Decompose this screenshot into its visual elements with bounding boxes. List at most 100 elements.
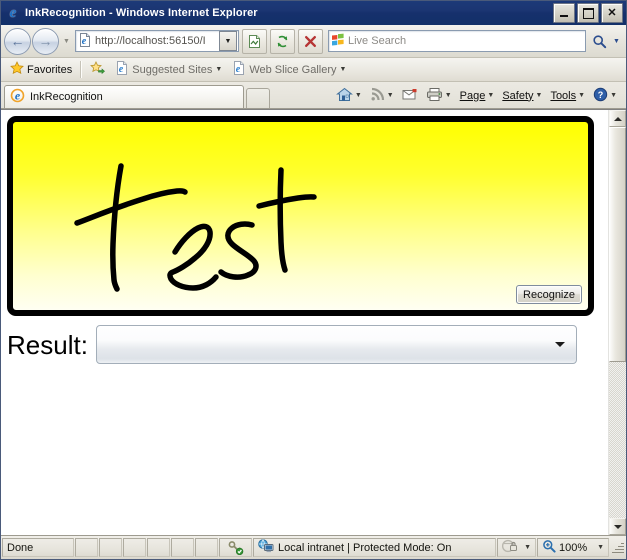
address-dropdown-caret-icon[interactable]: ▼ (219, 31, 237, 51)
result-combobox[interactable] (95, 325, 577, 364)
suggested-sites-button[interactable]: e Suggested Sites ▼ (110, 60, 227, 79)
favorites-bar: Favorites e Suggested Sites ▼ e Web Slic… (1, 58, 626, 82)
safety-menu-button[interactable]: Safety ▼ (498, 85, 546, 107)
protected-mode-key-icon[interactable] (219, 538, 252, 557)
back-button[interactable]: ← (4, 27, 31, 55)
rss-feed-icon (370, 87, 385, 105)
feeds-button[interactable]: ▼ (366, 85, 398, 107)
status-pane-6 (195, 538, 218, 557)
search-icon[interactable] (588, 30, 610, 53)
chevron-down-icon[interactable] (554, 342, 565, 347)
window-controls: ✕ (553, 3, 623, 23)
title-bar: e InkRecognition - Windows Internet Expl… (1, 1, 626, 25)
favorites-button[interactable]: Favorites (5, 60, 77, 79)
home-button[interactable]: ▼ (332, 85, 366, 107)
zoom-control[interactable]: 100% ▼ (537, 538, 609, 557)
print-button[interactable]: ▼ (422, 85, 456, 107)
chevron-down-icon[interactable]: ▼ (597, 544, 604, 551)
add-favorites-icon (90, 61, 106, 78)
page-menu-button[interactable]: Page ▼ (456, 85, 499, 107)
live-search-icon (331, 33, 345, 50)
ie-page-icon: e (10, 88, 25, 106)
forward-button[interactable]: → (32, 27, 59, 55)
svg-text:e: e (119, 64, 124, 75)
status-pane-4 (147, 538, 170, 557)
search-options-caret-icon[interactable]: ▼ (610, 30, 623, 53)
scrollbar-thumb[interactable] (609, 127, 626, 362)
command-bar: ▼ ▼ ▼ Page ▼ Safety ▼ Tools ▼ ? ▼ (332, 83, 626, 108)
chevron-down-icon[interactable]: ▼ (578, 92, 585, 99)
local-intranet-icon (258, 539, 274, 556)
recognize-button-label: Recognize (523, 288, 575, 301)
new-tab-button[interactable] (246, 88, 270, 108)
ie-logo-icon: e (9, 5, 17, 21)
tab-bar: e InkRecognition ▼ ▼ ▼ Page ▼ Safety ▼ T… (1, 82, 626, 109)
minimize-button[interactable] (553, 3, 575, 23)
web-slice-gallery-button[interactable]: e Web Slice Gallery ▼ (227, 60, 351, 79)
chevron-down-icon[interactable]: ▼ (340, 66, 347, 73)
tools-menu-button[interactable]: Tools ▼ (546, 85, 589, 107)
status-pane-1 (75, 538, 98, 557)
star-icon (10, 61, 24, 78)
scroll-down-button[interactable] (609, 518, 626, 535)
ie-page-icon: e (232, 61, 246, 78)
maximize-button[interactable] (577, 3, 599, 23)
tab-inkrecognition[interactable]: e InkRecognition (4, 85, 244, 108)
help-icon: ? (593, 87, 608, 105)
stop-button[interactable] (298, 28, 323, 54)
ie-page-icon: e (115, 61, 129, 78)
chevron-down-icon[interactable]: ▼ (355, 92, 362, 99)
status-pane-5 (171, 538, 194, 557)
svg-text:e: e (82, 36, 87, 47)
compatibility-view-button[interactable] (242, 28, 267, 54)
resize-grip[interactable] (611, 538, 625, 557)
refresh-button[interactable] (270, 28, 295, 54)
ink-canvas[interactable]: Recognize (7, 116, 594, 316)
suggested-sites-label: Suggested Sites (132, 63, 213, 76)
chevron-down-icon[interactable]: ▼ (487, 92, 494, 99)
recognize-button[interactable]: Recognize (516, 285, 582, 304)
chevron-down-icon[interactable]: ▼ (610, 92, 617, 99)
search-input[interactable]: Live Search (328, 30, 586, 52)
zoom-magnifier-icon (542, 539, 556, 556)
svg-text:e: e (236, 64, 241, 75)
read-mail-button[interactable] (398, 85, 422, 107)
close-button[interactable]: ✕ (601, 3, 623, 23)
address-url: http://localhost:56150/I (95, 35, 206, 47)
svg-text:?: ? (598, 90, 604, 100)
browser-window: e InkRecognition - Windows Internet Expl… (0, 0, 627, 560)
window-title: InkRecognition - Windows Internet Explor… (25, 7, 258, 19)
result-label: Result: (7, 329, 88, 360)
svg-text:e: e (15, 89, 21, 103)
page-menu-label: Page (459, 89, 486, 102)
chevron-down-icon[interactable]: ▼ (215, 66, 222, 73)
handwriting-strokes (74, 163, 317, 292)
toolbar-separator (80, 61, 83, 78)
tools-menu-label: Tools (550, 89, 577, 102)
scroll-up-button[interactable] (609, 110, 626, 127)
navigation-toolbar: ← → ▼ e http://localhost:56150/I ▼ Live … (1, 25, 626, 58)
safety-menu-label: Safety (502, 89, 534, 102)
privacy-report-icon (501, 539, 520, 556)
zoom-level-label: 100% (559, 541, 588, 554)
privacy-report-button[interactable]: ▼ (497, 538, 536, 557)
status-pane-3 (123, 538, 146, 557)
chevron-down-icon[interactable]: ▼ (445, 92, 452, 99)
status-bar: Done Local intranet | Protected Mode: On… (1, 535, 626, 559)
scrollbar-track[interactable] (609, 127, 626, 518)
security-zone[interactable]: Local intranet | Protected Mode: On (253, 538, 497, 557)
chevron-down-icon[interactable]: ▼ (524, 544, 531, 551)
web-slice-gallery-label: Web Slice Gallery (249, 63, 337, 76)
document-viewport: Recognize Result: (1, 109, 626, 535)
address-bar[interactable]: e http://localhost:56150/I ▼ (75, 30, 239, 52)
vertical-scrollbar[interactable] (608, 110, 626, 535)
chevron-down-icon[interactable]: ▼ (536, 92, 543, 99)
chevron-down-icon[interactable]: ▼ (387, 92, 394, 99)
add-favorites-button[interactable] (85, 60, 110, 79)
mail-icon (402, 88, 418, 104)
recent-pages-caret-icon[interactable]: ▼ (60, 29, 73, 54)
help-button[interactable]: ? ▼ (589, 85, 621, 107)
security-zone-label: Local intranet | Protected Mode: On (278, 541, 452, 554)
status-text: Done (2, 538, 74, 557)
result-row: Result: (7, 325, 608, 364)
